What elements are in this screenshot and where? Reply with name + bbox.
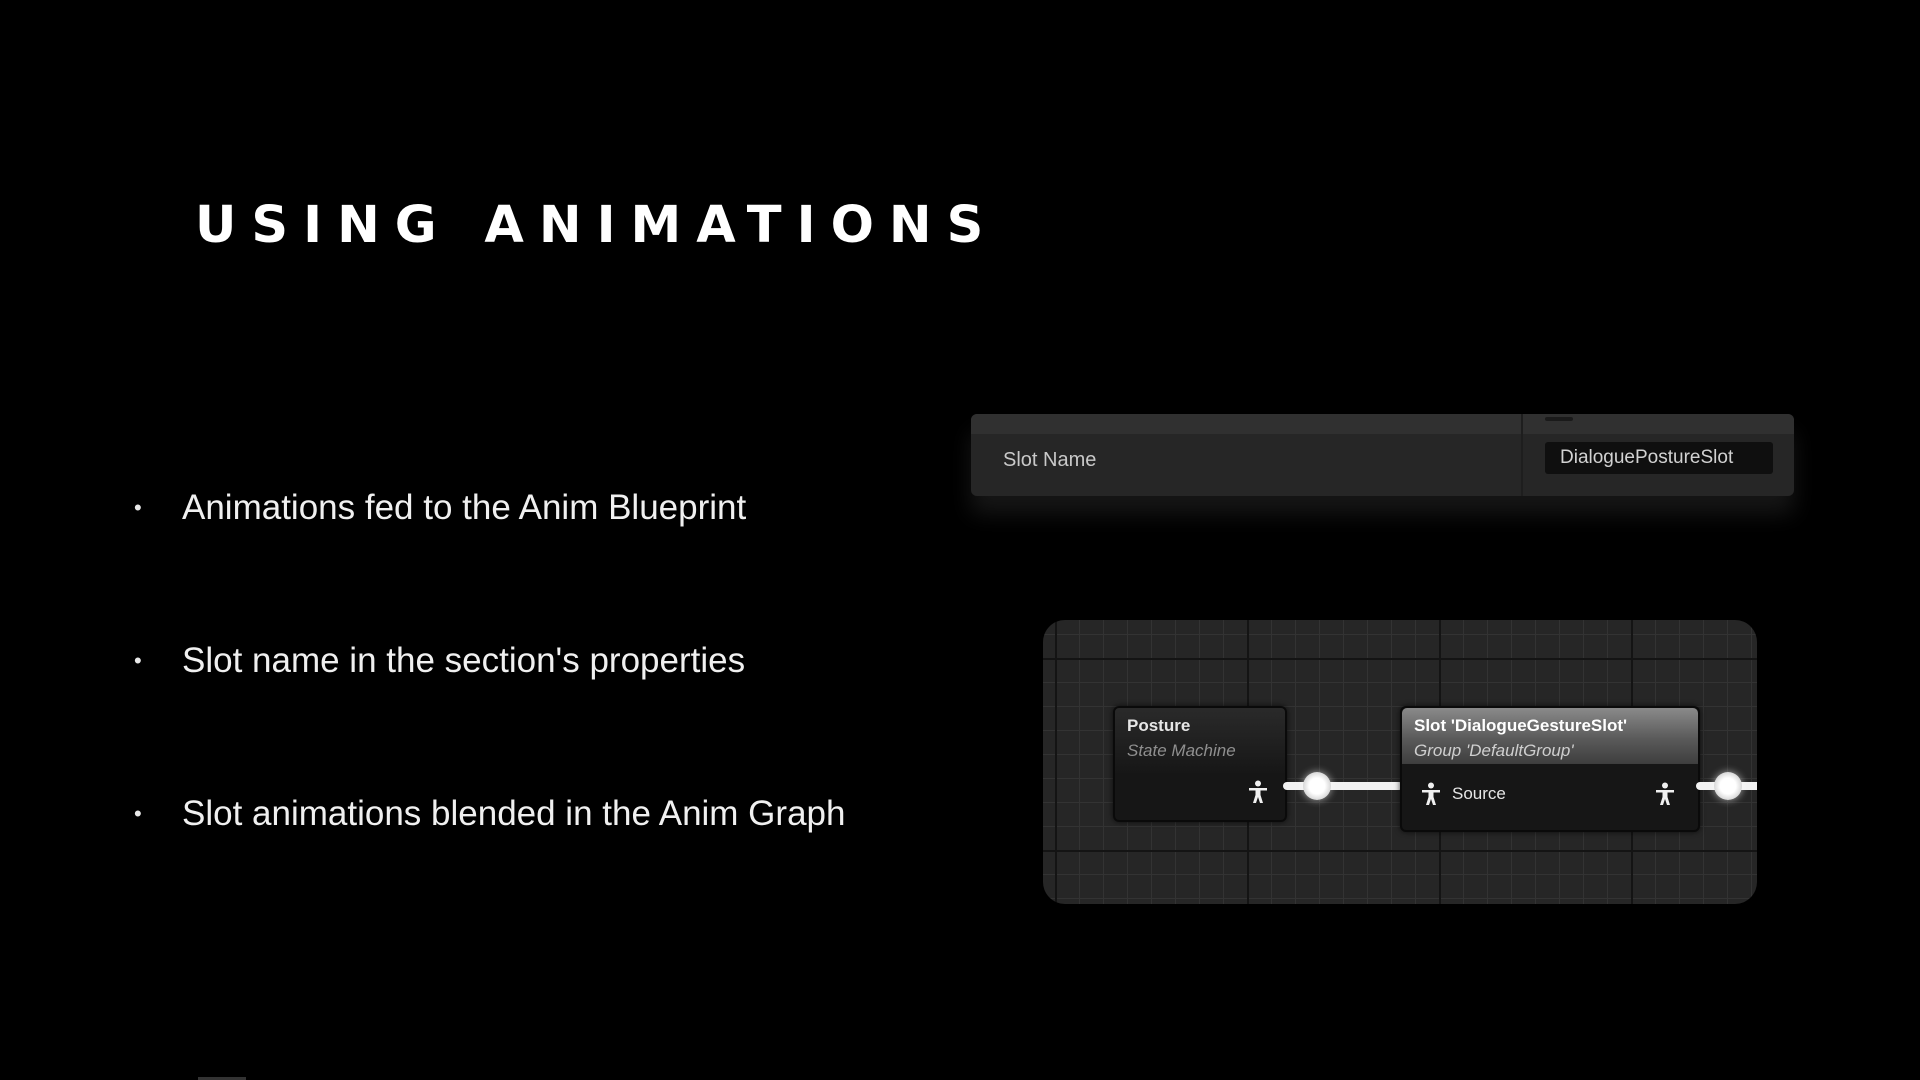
node-title: Slot 'DialogueGestureSlot' xyxy=(1414,716,1628,735)
slot-name-field[interactable]: DialoguePostureSlot xyxy=(1545,442,1773,474)
slot-name-label: Slot Name xyxy=(1003,449,1097,471)
bullet-item: • Slot animations blended in the Anim Gr… xyxy=(130,784,845,937)
bullet-dot: • xyxy=(134,801,142,826)
bullet-dot: • xyxy=(134,648,142,673)
bullet-text: Slot name in the section's properties xyxy=(182,641,746,680)
slot-node[interactable]: Slot 'DialogueGestureSlot' Group 'Defaul… xyxy=(1400,706,1700,832)
property-column-divider[interactable] xyxy=(1521,414,1523,496)
output-pose-pin[interactable] xyxy=(1714,772,1742,800)
slide-title: USING ANIMATIONS xyxy=(195,196,999,255)
node-subtitle: State Machine xyxy=(1127,741,1236,760)
pose-icon[interactable] xyxy=(1420,782,1442,806)
bullet-dot: • xyxy=(134,495,142,520)
splitter-handle[interactable] xyxy=(1545,417,1573,421)
pose-icon[interactable] xyxy=(1247,780,1269,804)
slot-name-property-panel: Slot Name DialoguePostureSlot xyxy=(971,414,1794,496)
bullet-item: • Animations fed to the Anim Blueprint xyxy=(130,478,845,631)
output-pose-pin[interactable] xyxy=(1303,772,1331,800)
property-panel-header xyxy=(971,414,1794,434)
posture-state-machine-node[interactable]: Posture State Machine xyxy=(1113,706,1287,822)
node-title: Posture xyxy=(1127,716,1191,735)
pose-wire xyxy=(1283,782,1403,790)
bullet-text: Animations fed to the Anim Blueprint xyxy=(182,488,747,527)
pose-icon[interactable] xyxy=(1654,782,1676,806)
bullet-text: Slot animations blended in the Anim Grap… xyxy=(182,794,846,833)
bullet-item: • Slot name in the section's properties xyxy=(130,631,845,784)
node-subtitle: Group 'DefaultGroup' xyxy=(1414,741,1574,760)
anim-graph-canvas[interactable]: Posture State Machine Slot 'DialogueGest… xyxy=(1043,620,1757,904)
bullet-list: • Animations fed to the Anim Blueprint •… xyxy=(130,478,845,937)
source-pin-label: Source xyxy=(1452,784,1506,803)
